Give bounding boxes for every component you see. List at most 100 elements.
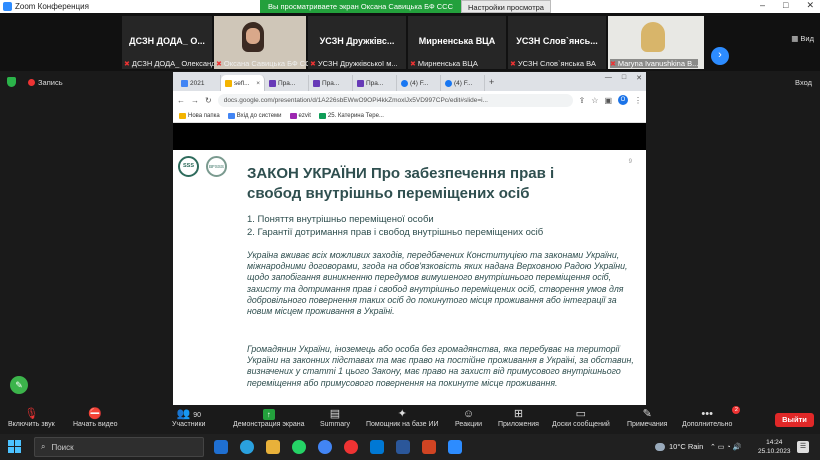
participant-name-large: УСЗН Дружківс... — [319, 36, 395, 46]
participant-tile-video[interactable]: ✖ Оксана Савицька БФ ССС — [214, 16, 316, 69]
taskbar-search[interactable]: ⌕ Поиск — [34, 437, 204, 457]
browser-tab[interactable]: (4) F... — [397, 75, 441, 91]
exit-fullscreen-button[interactable]: Вход — [795, 78, 812, 87]
participant-name-large: Мирненська ВЦА — [418, 36, 496, 46]
new-tab-plus-icon[interactable]: + — [485, 75, 498, 91]
system-clock[interactable]: 14:24 25.10.2023 — [758, 438, 791, 456]
recording-label: Запись — [38, 78, 63, 87]
browser-tab[interactable]: Пра... — [265, 75, 309, 91]
slide-page-number: 9 — [628, 159, 632, 165]
tray-icons[interactable]: ⌃ ▭ ◔ 🔊 — [710, 443, 741, 451]
notifications-icon[interactable]: ☰ — [797, 441, 809, 453]
share-screen-button[interactable]: ↑ Демонстрация экрана — [233, 407, 305, 428]
window-controls: – □ ✕ — [760, 0, 814, 11]
mic-muted-icon: ✖ — [310, 61, 316, 68]
task-view-icon[interactable] — [214, 440, 228, 454]
participant-tile[interactable]: УСЗН Слов`янсь... ✖ УСЗН Слов`янська ВА — [508, 16, 606, 69]
whatsapp-icon[interactable] — [292, 440, 306, 454]
tab-favicon-icon — [225, 79, 232, 87]
notes-button[interactable]: ✎ Примечания — [627, 407, 667, 428]
browser-minimize-icon[interactable]: — — [605, 74, 612, 82]
bookmark-item[interactable]: Вхід до системи — [227, 112, 282, 119]
slide-paragraph: Громадянин України, іноземець або особа … — [247, 344, 634, 388]
participant-tile-video[interactable]: ✖ Maryna Ivanushkina B... — [608, 16, 704, 69]
maximize-button[interactable]: □ — [783, 0, 788, 11]
summary-icon: ▤ — [329, 408, 341, 420]
windows-taskbar: ⌕ Поиск 10°C Rain ⌃ ▭ ◔ 🔊 14:24 25.10.2023… — [0, 434, 820, 460]
start-video-button[interactable]: ⛔ Начать видео — [73, 407, 117, 428]
annotate-pen-icon[interactable]: ✎ — [10, 376, 28, 394]
browser-toolbar: ← → ↻ docs.google.com/presentation/d/1A2… — [173, 91, 646, 109]
opera-icon[interactable] — [344, 440, 358, 454]
mic-muted-icon: ✖ — [610, 61, 616, 68]
weather-cloud-icon — [655, 442, 665, 451]
tab-close-icon[interactable]: × — [256, 80, 260, 87]
bfsss-logo: BFSSS — [206, 156, 227, 177]
bookmark-item[interactable]: 25. Катерина Тере... — [318, 112, 384, 119]
browser-tab[interactable]: 2021 — [177, 75, 221, 91]
browser-tab-active[interactable]: sefl... × — [221, 75, 265, 91]
forward-arrow-icon[interactable]: → — [191, 96, 199, 105]
folder-icon — [179, 112, 186, 119]
participant-tile[interactable]: УСЗН Дружківс... ✖ УСЗН Дружківської м... — [308, 16, 406, 69]
address-bar[interactable]: docs.google.com/presentation/d/1A226sbEW… — [217, 93, 573, 107]
slide-top-bar — [173, 123, 646, 150]
participant-label: ✖ Оксана Савицька БФ ССС — [216, 59, 317, 68]
powerpoint-icon[interactable] — [422, 440, 436, 454]
participant-tile[interactable]: ДСЗН ДОДА_ О... ✖ ДСЗН ДОДА_ Олександр — [122, 16, 220, 69]
close-button[interactable]: ✕ — [806, 0, 814, 11]
minimize-button[interactable]: – — [760, 0, 765, 11]
participant-tile[interactable]: Мирненська ВЦА ✖ Мирненська ВЦА — [408, 16, 506, 69]
bookmark-item[interactable]: Нова папка — [179, 112, 220, 119]
participant-label: ✖ УСЗН Дружківської м... — [310, 59, 398, 68]
share-icon[interactable]: ⇪ — [579, 96, 586, 105]
browser-close-icon[interactable]: ✕ — [636, 74, 642, 82]
extensions-icon[interactable]: ▣ — [604, 96, 612, 105]
telegram-icon[interactable] — [240, 440, 254, 454]
browser-menu-icon[interactable]: ⋮ — [634, 96, 642, 105]
app-title: Zoom Конференция — [0, 2, 89, 11]
word-icon[interactable] — [396, 440, 410, 454]
participants-button[interactable]: 👥 90 Участники — [172, 407, 205, 428]
ms-store-icon[interactable] — [370, 440, 384, 454]
record-dot-icon — [28, 79, 35, 86]
recording-indicator[interactable]: Запись — [28, 78, 63, 87]
unmute-button[interactable]: 🎙 Включить звук — [8, 407, 55, 428]
apps-button[interactable]: ⊞ Приложения — [498, 407, 539, 428]
weather-widget[interactable]: 10°C Rain — [655, 442, 703, 451]
reload-icon[interactable]: ↻ — [205, 96, 212, 105]
mic-muted-icon: ✖ — [410, 61, 416, 68]
chrome-icon[interactable] — [318, 440, 332, 454]
bookmark-star-icon[interactable]: ☆ — [591, 96, 598, 105]
zoom-taskbar-icon[interactable] — [448, 440, 462, 454]
reactions-button[interactable]: ☺ Реакции — [455, 407, 482, 428]
security-shield-icon[interactable] — [7, 77, 16, 87]
browser-maximize-icon[interactable]: □ — [622, 74, 626, 82]
bookmark-item[interactable]: ezvit — [289, 112, 311, 119]
site-icon — [318, 112, 326, 119]
browser-tab[interactable]: Пра... — [309, 75, 353, 91]
slide-title: ЗАКОН УКРАЇНИ Про забезпечення прав і св… — [247, 165, 555, 202]
summary-button[interactable]: ▤ Summary — [320, 407, 350, 428]
file-explorer-icon[interactable] — [266, 440, 280, 454]
people-icon: 👥 90 — [176, 408, 201, 420]
ai-companion-button[interactable]: ✦ Помощник на базе ИИ — [366, 407, 439, 428]
whiteboards-button[interactable]: ▭ Доски сообщений — [552, 407, 610, 428]
leave-meeting-button[interactable]: Выйти — [775, 413, 814, 427]
view-options-button[interactable]: Настройки просмотра — [461, 0, 551, 13]
mic-muted-icon: ✖ — [216, 61, 222, 68]
profile-avatar[interactable]: O — [618, 95, 628, 105]
window-title: Zoom Конференция — [15, 2, 89, 11]
more-button[interactable]: ••• 2 Дополнительно — [682, 406, 741, 428]
slide-paragraph: Україна вживає всіх можливих заходів, пе… — [247, 250, 628, 317]
tab-favicon-icon — [445, 79, 452, 87]
participant-label: ✖ Maryna Ivanushkina B... — [610, 59, 699, 68]
browser-tab[interactable]: Пра... — [353, 75, 397, 91]
windows-start-icon[interactable] — [8, 440, 22, 454]
browser-tab[interactable]: (4) F... — [441, 75, 485, 91]
view-button[interactable]: ▦ Вид — [791, 34, 814, 43]
tab-favicon-icon — [181, 79, 188, 87]
next-page-arrow-icon[interactable]: › — [711, 47, 729, 65]
back-arrow-icon[interactable]: ← — [177, 96, 185, 105]
mic-muted-icon: ✖ — [510, 61, 516, 68]
